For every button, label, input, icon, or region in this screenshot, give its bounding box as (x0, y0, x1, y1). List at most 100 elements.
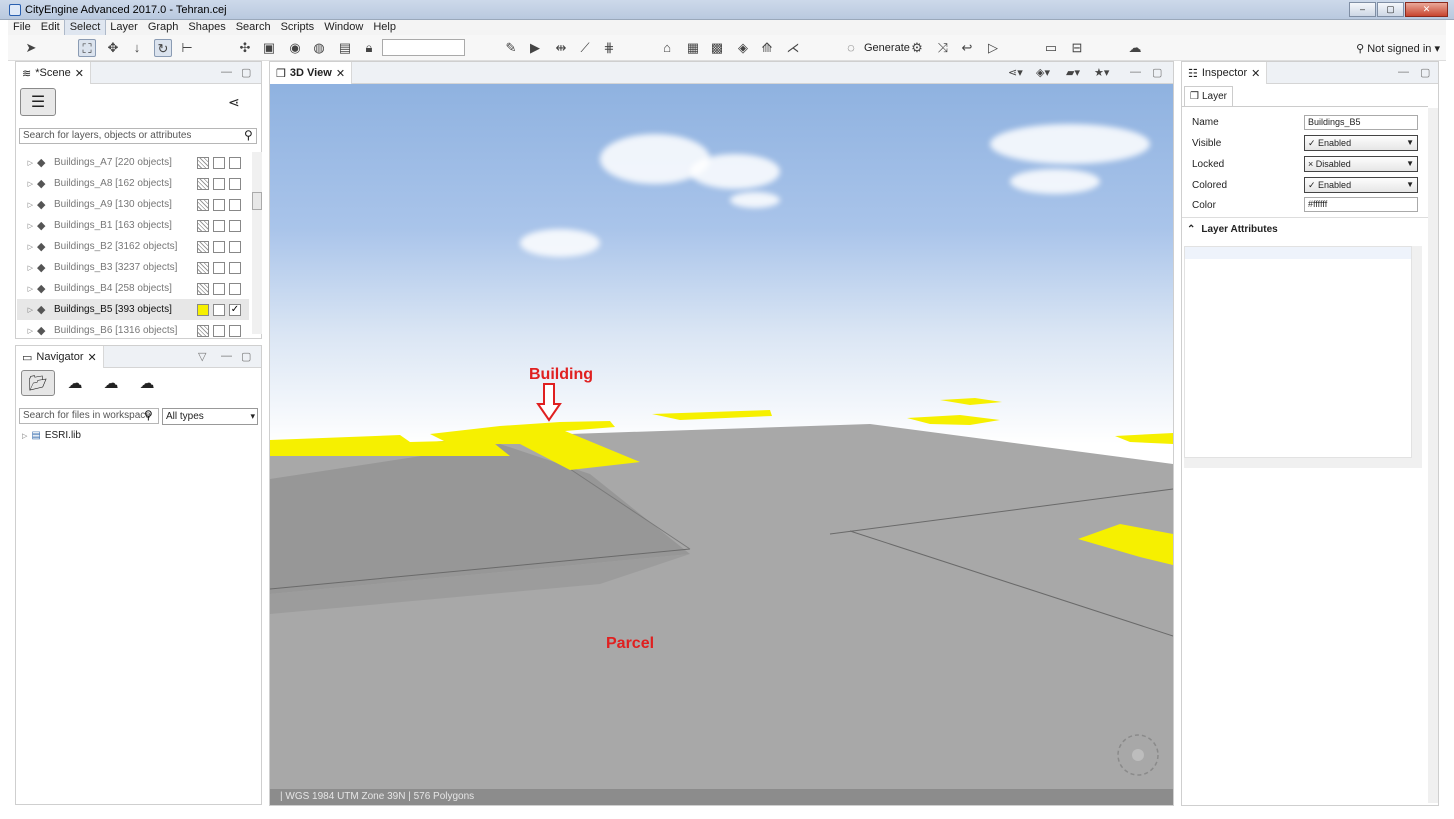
menu-shapes[interactable]: Shapes (183, 20, 230, 35)
layer-row[interactable]: ▷ ◆ Buildings_B5 [393 objects] ✓ (17, 299, 249, 320)
layer-lock-checkbox[interactable] (213, 261, 225, 274)
menu-help[interactable]: Help (368, 20, 401, 35)
layer-color-swatch[interactable] (197, 261, 209, 274)
maximize-panel-icon[interactable]: ▢ (241, 350, 251, 363)
layer-visible-checkbox[interactable] (229, 261, 241, 274)
marquee-icon[interactable]: ⛶ (78, 39, 96, 57)
layer-view-button[interactable]: ☰ (20, 88, 56, 116)
play-icon[interactable]: ▶ (526, 39, 544, 57)
expand-icon[interactable]: ▷ (17, 222, 37, 230)
layer-color-swatch[interactable] (197, 240, 209, 253)
expand-icon[interactable]: ▷ (17, 285, 37, 293)
layer-color-swatch[interactable] (197, 303, 209, 316)
select-icon[interactable]: ➤ (22, 39, 40, 57)
workspace-search-input[interactable]: Search for files in workspace (19, 408, 159, 424)
block-icon[interactable]: ▦ (684, 39, 702, 57)
layer-row[interactable]: ▷ ◆ Buildings_A9 [130 objects] (17, 194, 249, 215)
grid-icon[interactable]: ⋕ (600, 39, 618, 57)
menu-edit[interactable]: Edit (36, 20, 65, 35)
layer-visible-checkbox[interactable] (229, 198, 241, 211)
menu-select[interactable]: Select (63, 19, 107, 36)
layer-lock-checkbox[interactable] (213, 324, 225, 337)
attributes-row[interactable] (1185, 247, 1411, 259)
expand-icon[interactable]: ▷ (17, 180, 37, 188)
minimize-panel-icon[interactable]: — (1130, 66, 1141, 78)
view-menu-icon[interactable]: ▽ (198, 350, 206, 363)
layer-visible-checkbox[interactable] (229, 156, 241, 169)
layer-row[interactable]: ▷ ◆ Buildings_B2 [3162 objects] (17, 236, 249, 257)
expand-icon[interactable]: ▷ (17, 159, 37, 167)
search-icon[interactable]: ⚲ (144, 408, 153, 422)
layer-row[interactable]: ▷ ◆ Buildings_B3 [3237 objects] (17, 257, 249, 278)
toolbar-input[interactable] (382, 39, 465, 56)
layer-visible-checkbox[interactable] (229, 240, 241, 253)
tool-icon[interactable]: ⊟ (1068, 39, 1086, 57)
layer-visible-checkbox[interactable] (229, 282, 241, 295)
maximize-button[interactable]: ▢ (1377, 2, 1404, 17)
bookmark-camera-icon[interactable]: ▰▾ (1066, 66, 1080, 79)
layer-color-swatch[interactable] (197, 324, 209, 337)
building-icon[interactable]: ⌂ (658, 39, 676, 57)
tab-layer[interactable]: ❒ Layer (1184, 86, 1233, 106)
file-type-select[interactable]: All types ▾ (162, 408, 258, 425)
layer-lock-checkbox[interactable] (213, 282, 225, 295)
my-content-button[interactable]: ☁ (58, 370, 92, 396)
inspector-scrollbar[interactable] (1428, 108, 1438, 803)
expand-icon[interactable]: ▷ (17, 306, 37, 314)
color-field[interactable]: #ffffff (1304, 197, 1418, 212)
minimize-button[interactable]: – (1349, 2, 1376, 17)
globe-icon[interactable]: ◍ (310, 39, 328, 57)
close-tab-icon[interactable]: ✕ (87, 351, 96, 364)
close-window-button[interactable]: ✕ (1405, 2, 1448, 17)
layer-color-swatch[interactable] (197, 282, 209, 295)
tree-icon[interactable]: ⟰ (758, 39, 776, 57)
menu-file[interactable]: File (8, 20, 36, 35)
generate-button[interactable]: Generate (864, 42, 910, 54)
layer-color-swatch[interactable] (197, 219, 209, 232)
menu-layer[interactable]: Layer (105, 20, 143, 35)
layer-lock-checkbox[interactable] (213, 240, 225, 253)
align-icon[interactable]: ⇹ (552, 39, 570, 57)
undo-icon[interactable]: ↩ (958, 39, 976, 57)
camera-icon[interactable]: ⋖▾ (1008, 66, 1023, 79)
colored-select[interactable]: ✓ Enabled ▼ (1304, 177, 1418, 193)
chevron-up-icon[interactable]: ⌃ (1187, 224, 1195, 235)
frame-icon[interactable]: ▣ (260, 39, 278, 57)
tree-item-esri-lib[interactable]: ▷ ▤ ESRI.lib (22, 430, 81, 441)
layer-lock-checkbox[interactable] (213, 177, 225, 190)
menu-window[interactable]: Window (319, 20, 368, 35)
signin-status[interactable]: ⚲ Not signed in ▾ (1356, 42, 1440, 55)
scene-scroll-thumb[interactable] (252, 192, 262, 210)
scene-search-input[interactable]: Search for layers, objects or attributes (19, 128, 257, 144)
layer-color-swatch[interactable] (197, 198, 209, 211)
layer-visible-checkbox[interactable] (229, 177, 241, 190)
expand-icon[interactable]: ▷ (22, 432, 27, 440)
ruler-icon[interactable]: ▭ (1042, 39, 1060, 57)
sun-icon[interactable]: ☁ (1126, 39, 1144, 57)
flag-icon[interactable]: ▷ (984, 39, 1002, 57)
draw-street-icon[interactable]: ✎ (502, 39, 520, 57)
scene-scrollbar[interactable] (252, 152, 262, 334)
box-icon[interactable]: ◈ (734, 39, 752, 57)
texture-icon[interactable]: ▩ (708, 39, 726, 57)
visible-select[interactable]: ✓ Enabled ▼ (1304, 135, 1418, 151)
layer-color-swatch[interactable] (197, 156, 209, 169)
terrain-icon[interactable]: ⟋ (576, 39, 594, 57)
close-tab-icon[interactable]: ✕ (336, 67, 345, 80)
layer-lock-checkbox[interactable] (213, 156, 225, 169)
cga-icon[interactable]: ⚙ (908, 39, 926, 57)
menu-graph[interactable]: Graph (143, 20, 184, 35)
move-icon[interactable]: ✥ (104, 39, 122, 57)
layer-row[interactable]: ▷ ◆ Buildings_B1 [163 objects] (17, 215, 249, 236)
layer-lock-checkbox[interactable] (213, 219, 225, 232)
generate-icon[interactable]: ◌ (842, 39, 860, 57)
layer-row[interactable]: ▷ ◆ Buildings_A8 [162 objects] (17, 173, 249, 194)
attributes-hscroll[interactable] (1184, 458, 1422, 468)
portal-button[interactable]: ☁ (130, 370, 164, 396)
orbit-icon[interactable]: ◉ (286, 39, 304, 57)
name-field[interactable]: Buildings_B5 (1304, 115, 1418, 130)
expand-icon[interactable]: ▷ (17, 201, 37, 209)
layer-lock-checkbox[interactable] (213, 303, 225, 316)
maximize-panel-icon[interactable]: ▢ (1152, 66, 1162, 79)
layer-visible-checkbox[interactable]: ✓ (229, 303, 241, 316)
